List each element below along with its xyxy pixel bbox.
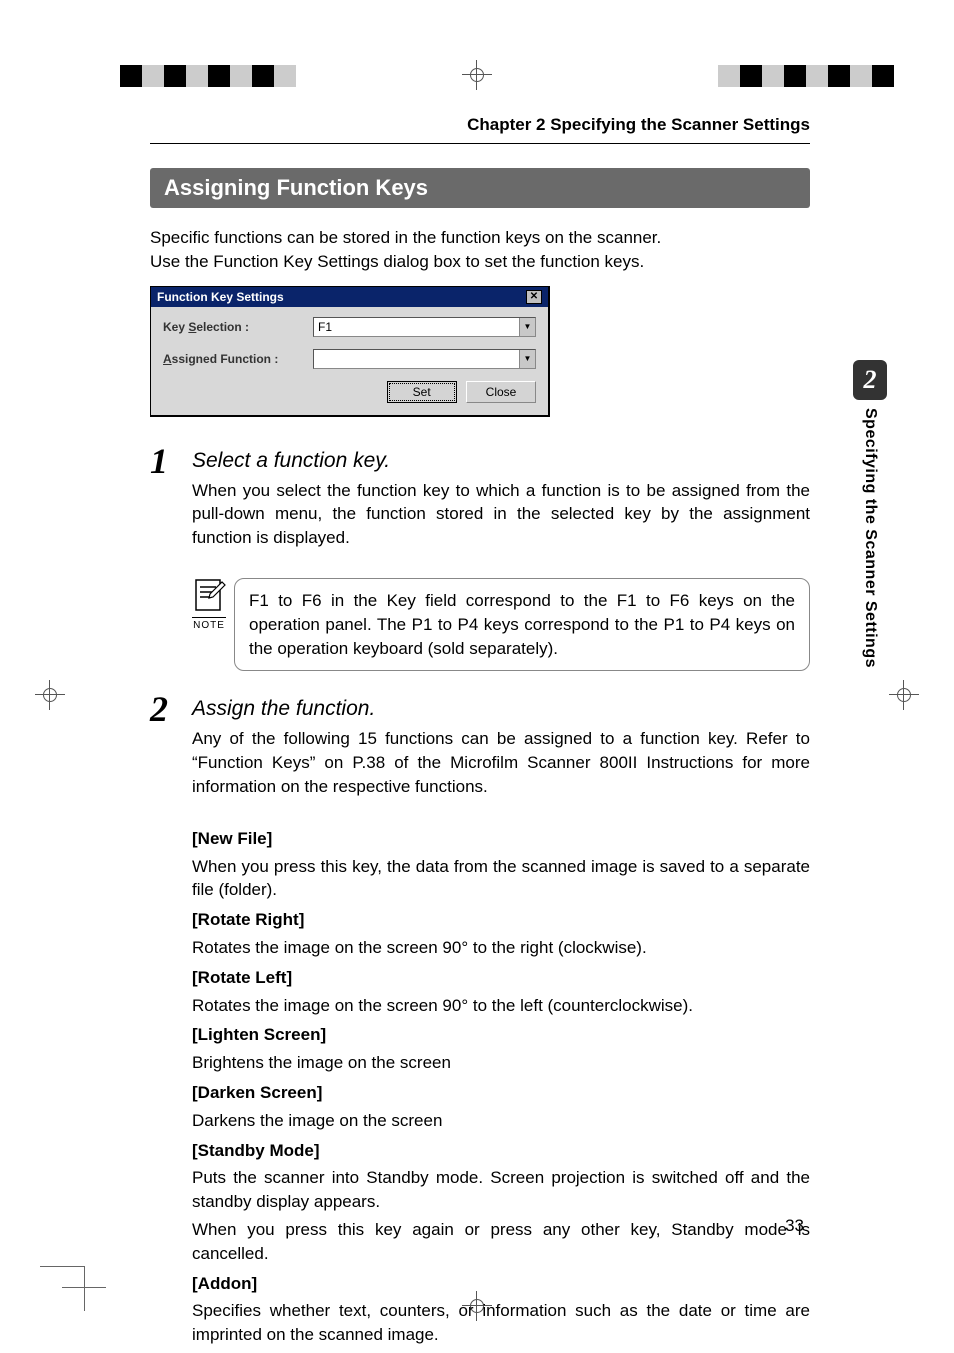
step-2: 2 Assign the function. Any of the follow… [150, 691, 810, 816]
function-body: When you press this key again or press a… [192, 1218, 810, 1266]
function-body: Darkens the image on the screen [192, 1109, 810, 1133]
function-head: [Rotate Right] [192, 908, 810, 932]
dialog-body: Key Selection : F1 ▼ Assigned Function :… [151, 307, 548, 415]
intro-line: Specific functions can be stored in the … [150, 228, 661, 247]
assigned-function-dropdown[interactable]: ▼ [313, 349, 536, 369]
step-text: Any of the following 15 functions can be… [192, 727, 810, 798]
key-selection-dropdown[interactable]: F1 ▼ [313, 317, 536, 337]
crop-squares-right [718, 65, 894, 87]
function-head: [Darken Screen] [192, 1081, 810, 1105]
note-block: NOTE F1 to F6 in the Key field correspon… [192, 578, 810, 671]
function-head: [Standby Mode] [192, 1139, 810, 1163]
step-title: Assign the function. [192, 691, 810, 721]
intro-text: Specific functions can be stored in the … [150, 226, 810, 274]
intro-line: Use the Function Key Settings dialog box… [150, 252, 644, 271]
page-number: 33 [785, 1216, 804, 1236]
registration-cross-icon [35, 680, 65, 710]
function-body: Rotates the image on the screen 90° to t… [192, 994, 810, 1018]
key-selection-row: Key Selection : F1 ▼ [163, 317, 536, 337]
close-button[interactable]: Close [466, 381, 536, 403]
function-body: When you press this key, the data from t… [192, 855, 810, 903]
function-item-lighten-screen: [Lighten Screen] Brightens the image on … [192, 1023, 810, 1075]
function-head: [Rotate Left] [192, 966, 810, 990]
step-number: 2 [150, 691, 192, 816]
set-button[interactable]: Set [387, 381, 457, 403]
function-body: Brightens the image on the screen [192, 1051, 810, 1075]
function-item-darken-screen: [Darken Screen] Darkens the image on the… [192, 1081, 810, 1133]
note-label: NOTE [192, 617, 226, 631]
function-item-new-file: [New File] When you press this key, the … [192, 827, 810, 902]
registration-cross-icon [462, 60, 492, 90]
chevron-down-icon: ▼ [519, 318, 535, 336]
dialog-button-row: Set Close [163, 381, 536, 403]
function-item-standby-mode: [Standby Mode] Puts the scanner into Sta… [192, 1139, 810, 1266]
dialog-title-text: Function Key Settings [157, 290, 284, 304]
dialog-titlebar: Function Key Settings ✕ [151, 287, 548, 307]
close-icon[interactable]: ✕ [526, 290, 542, 304]
function-item-rotate-left: [Rotate Left] Rotates the image on the s… [192, 966, 810, 1018]
step-number: 1 [150, 443, 192, 568]
corner-mark-icon [40, 1266, 85, 1311]
step-1: 1 Select a function key. When you select… [150, 443, 810, 568]
page-content: Chapter 2 Specifying the Scanner Setting… [150, 115, 810, 1353]
running-header: Chapter 2 Specifying the Scanner Setting… [150, 115, 810, 144]
chapter-number-badge: 2 [853, 360, 887, 400]
crop-marks-top [0, 50, 954, 90]
step-title: Select a function key. [192, 443, 810, 473]
crop-squares-left [120, 65, 296, 87]
function-item-rotate-right: [Rotate Right] Rotates the image on the … [192, 908, 810, 960]
chevron-down-icon: ▼ [519, 350, 535, 368]
function-list: [New File] When you press this key, the … [192, 827, 810, 1347]
section-title-bar: Assigning Function Keys [150, 168, 810, 208]
key-selection-label: Key Selection : [163, 320, 313, 334]
function-body: Rotates the image on the screen 90° to t… [192, 936, 810, 960]
registration-cross-icon [889, 680, 919, 710]
note-icon: NOTE [192, 578, 234, 671]
key-selection-value: F1 [318, 320, 332, 334]
assigned-function-row: Assigned Function : ▼ [163, 349, 536, 369]
function-head: [Addon] [192, 1272, 810, 1296]
function-head: [New File] [192, 827, 810, 851]
assigned-function-label: Assigned Function : [163, 352, 313, 366]
function-body: Specifies whether text, counters, or inf… [192, 1299, 810, 1347]
chapter-side-title: Specifying the Scanner Settings [861, 408, 879, 668]
chapter-side-tab: 2 Specifying the Scanner Settings [851, 360, 889, 668]
function-head: [Lighten Screen] [192, 1023, 810, 1047]
function-body: Puts the scanner into Standby mode. Scre… [192, 1166, 810, 1214]
function-key-settings-dialog: Function Key Settings ✕ Key Selection : … [150, 286, 550, 417]
function-item-addon: [Addon] Specifies whether text, counters… [192, 1272, 810, 1347]
step-text: When you select the function key to whic… [192, 479, 810, 550]
note-text: F1 to F6 in the Key field correspond to … [234, 578, 810, 671]
